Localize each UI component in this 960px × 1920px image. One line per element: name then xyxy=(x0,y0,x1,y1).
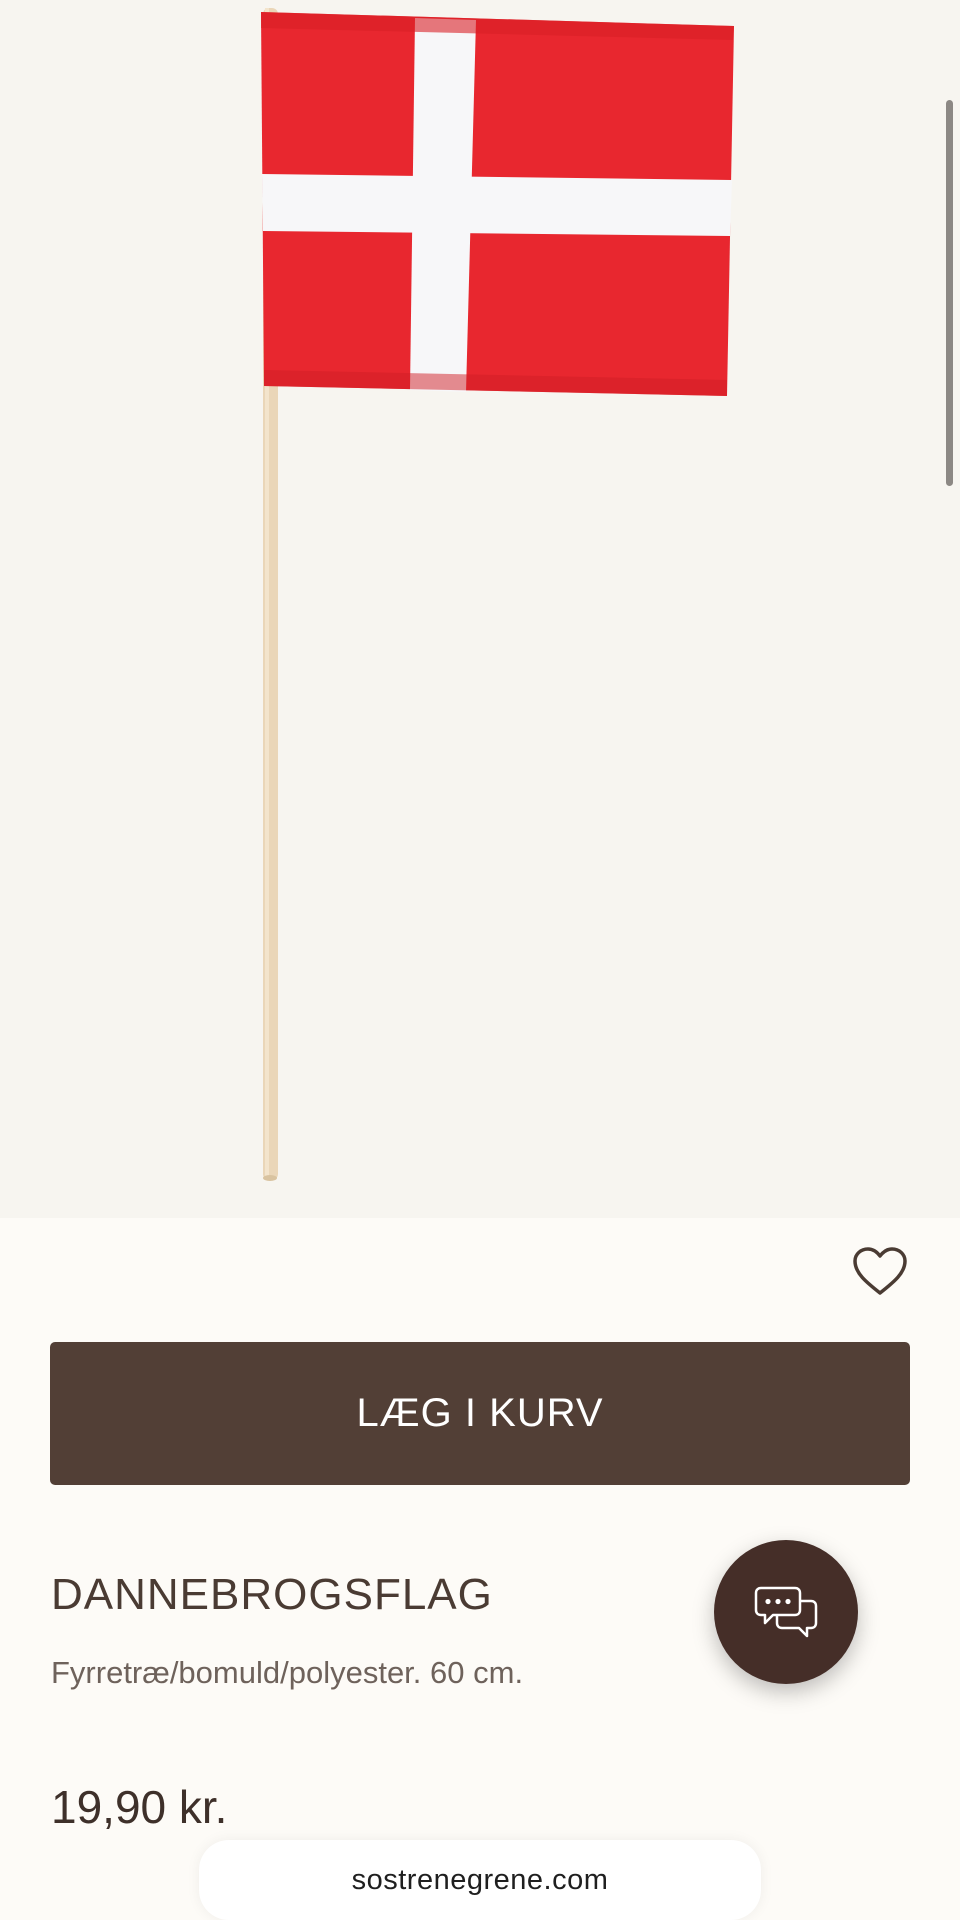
chat-bubbles-icon xyxy=(754,1586,818,1638)
browser-url-bar[interactable]: sostrenegrene.com xyxy=(199,1840,761,1920)
url-text: sostrenegrene.com xyxy=(351,1864,609,1896)
scrollbar[interactable] xyxy=(946,100,953,486)
add-to-cart-button[interactable]: LÆG I KURV xyxy=(50,1342,910,1485)
product-image[interactable] xyxy=(0,0,960,1218)
product-title: DANNEBROGSFLAG xyxy=(51,1570,493,1619)
favorite-button[interactable] xyxy=(848,1243,912,1301)
product-description: Fyrretræ/bomuld/polyester. 60 cm. xyxy=(51,1655,524,1690)
danish-flag-image xyxy=(261,8,734,1181)
chat-button[interactable] xyxy=(714,1540,858,1684)
product-price: 19,90 kr. xyxy=(51,1781,228,1833)
heart-icon xyxy=(853,1247,907,1295)
